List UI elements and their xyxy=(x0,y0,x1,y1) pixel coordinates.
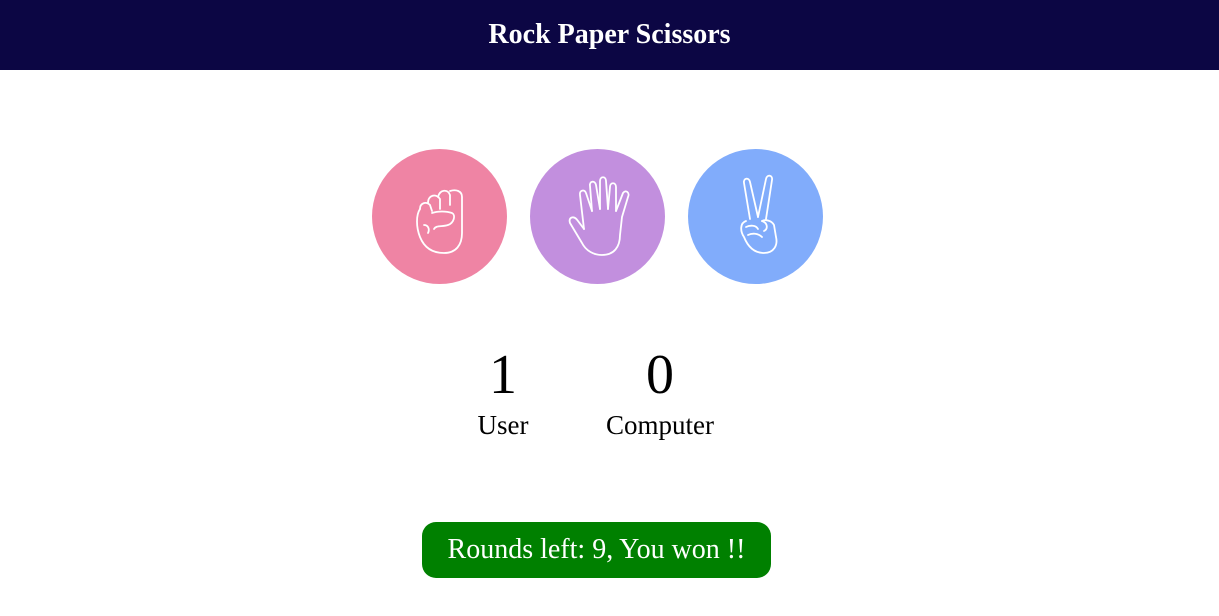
app-header: Rock Paper Scissors xyxy=(0,0,1219,70)
fist-icon xyxy=(415,188,463,254)
computer-score-value: 0 xyxy=(646,344,674,406)
computer-score: 0 Computer xyxy=(580,340,740,440)
result-message: Rounds left: 9, You won !! xyxy=(422,522,771,578)
open-hand-icon xyxy=(568,175,629,256)
peace-hand-icon xyxy=(739,174,777,254)
rock-button[interactable] xyxy=(372,149,507,284)
paper-button[interactable] xyxy=(530,149,665,284)
scissors-button[interactable] xyxy=(688,149,823,284)
user-score-value: 1 xyxy=(489,344,517,406)
page-title: Rock Paper Scissors xyxy=(488,19,731,50)
choice-buttons xyxy=(372,149,823,284)
computer-score-label: Computer xyxy=(606,410,714,440)
user-score: 1 User xyxy=(423,340,583,440)
user-score-label: User xyxy=(477,410,529,440)
